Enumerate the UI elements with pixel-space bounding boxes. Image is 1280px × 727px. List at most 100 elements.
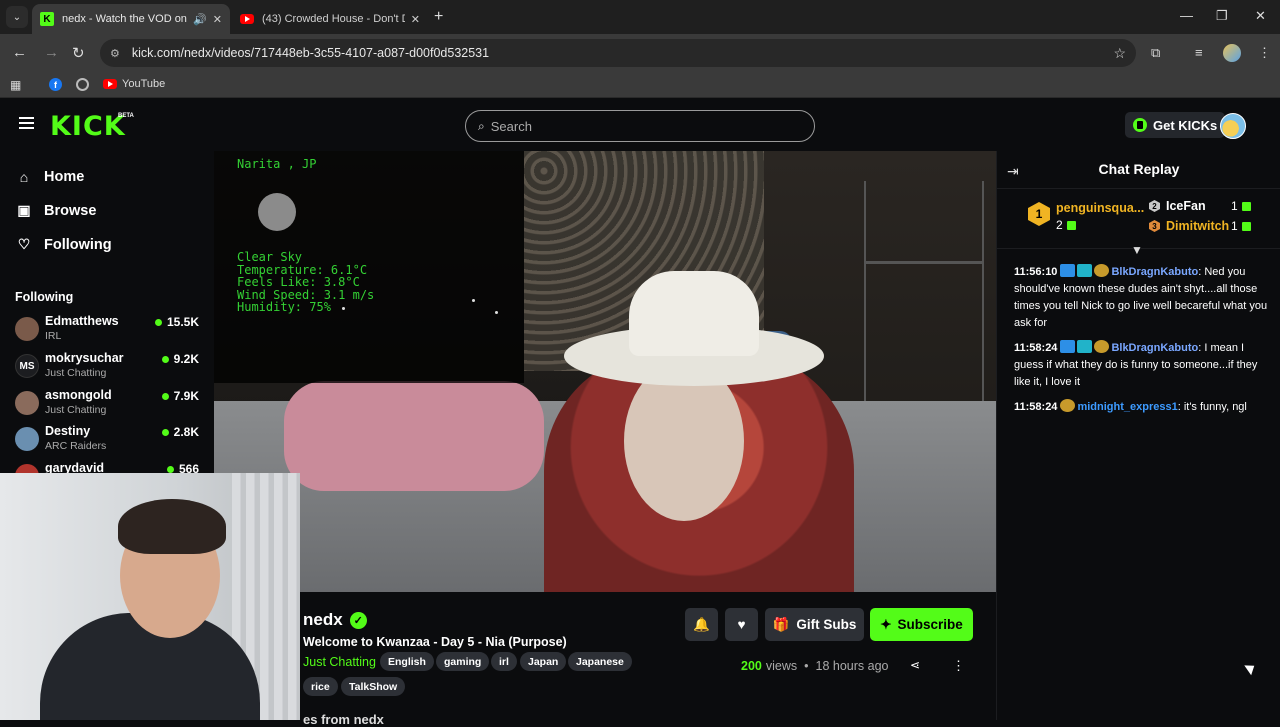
viewer-count: 2.8K: [161, 425, 199, 439]
kick-logo[interactable]: KICK: [50, 111, 126, 142]
followed-channel[interactable]: MS mokrysuchar Just Chatting 9.2K: [15, 351, 205, 385]
followed-channel[interactable]: Destiny ARC Raiders 2.8K: [15, 424, 205, 458]
kick-favicon-icon: K: [40, 12, 54, 26]
tag-chip[interactable]: English: [380, 652, 434, 671]
kick-coin-icon: [1133, 118, 1147, 132]
sidebar-item-following[interactable]: ♡ Following: [16, 236, 112, 253]
separator-dot: •: [804, 659, 809, 673]
minimize-icon[interactable]: —: [1180, 8, 1193, 23]
close-window-icon[interactable]: ✕: [1255, 8, 1266, 24]
chat-username[interactable]: midnight_express1: [1077, 401, 1177, 413]
live-dot-icon: [166, 465, 174, 473]
gift-icon: [1066, 220, 1076, 230]
new-tab-icon[interactable]: +: [434, 8, 443, 26]
forward-icon[interactable]: →: [44, 44, 59, 61]
hamburger-menu-icon[interactable]: [19, 117, 34, 129]
back-icon[interactable]: ←: [12, 44, 27, 61]
expand-leaderboard-icon[interactable]: ▼: [1131, 243, 1143, 257]
sidebar-item-home[interactable]: ⌂ Home: [16, 169, 85, 185]
streamer-name-row[interactable]: nedx ✓: [303, 610, 367, 630]
gift-icon: 🎁: [772, 616, 790, 632]
address-bar[interactable]: ⚙ kick.com/nedx/videos/717448eb-3c55-410…: [100, 39, 1136, 67]
channel-name: Destiny: [45, 424, 91, 438]
chat-message: 11:56:10 BlkDragnKabuto: Ned you should'v…: [1014, 264, 1268, 332]
notification-bell-button[interactable]: 🔔: [685, 608, 718, 641]
tag-chip[interactable]: Japan: [520, 652, 567, 671]
chat-header: ⇥ Chat Replay: [997, 151, 1280, 189]
channel-avatar: MS: [15, 354, 39, 378]
menu-kebab-icon[interactable]: ⋮: [1258, 45, 1271, 61]
verified-icon: ✓: [349, 611, 367, 629]
subscribe-label: Subscribe: [897, 617, 963, 632]
chat-username[interactable]: BlkDragnKabuto: [1111, 342, 1198, 354]
gold-medal-icon: 1: [1028, 202, 1050, 226]
leaderboard-count: 2: [1056, 218, 1076, 232]
leaderboard-name[interactable]: Dimitwitch: [1166, 219, 1229, 233]
search-input[interactable]: ⌕ Search: [465, 110, 815, 142]
profile-avatar[interactable]: [1223, 44, 1241, 62]
more-options-icon[interactable]: ⋮: [952, 658, 965, 674]
get-kicks-label: Get KICKs: [1153, 117, 1218, 133]
sparkle-icon: ✦: [880, 616, 892, 632]
star-icon: [495, 311, 498, 314]
channel-avatar: [15, 427, 39, 451]
cowboy-hat: [629, 271, 759, 356]
tag-chip[interactable]: irl: [491, 652, 517, 671]
category-link[interactable]: Just Chatting: [303, 655, 376, 669]
tab-kick-vod[interactable]: K nedx - Watch the VOD on Kick 🔊 ✕: [32, 4, 230, 34]
bookmark-facebook[interactable]: f: [49, 78, 62, 91]
tab-search-icon[interactable]: ⌄: [6, 6, 28, 28]
subscriber-badge-icon: [1094, 264, 1110, 277]
leaderboard-name[interactable]: penguinsqua...: [1056, 201, 1144, 215]
og-badge-icon: [1077, 340, 1093, 353]
media-controls-icon[interactable]: ≡: [1195, 45, 1203, 60]
extensions-icon[interactable]: ⧉: [1151, 45, 1160, 61]
tag-chip[interactable]: gaming: [436, 652, 490, 671]
youtube-favicon-icon: [240, 14, 254, 24]
stream-info: nedx ✓ Welcome to Kwanzaa - Day 5 - Nia …: [300, 592, 996, 727]
viewer-count-text: 7.9K: [173, 389, 199, 403]
tag-chip[interactable]: rice: [303, 677, 338, 696]
site-info-icon[interactable]: ⚙: [110, 47, 120, 60]
heart-icon: ♥: [737, 617, 746, 632]
live-dot-icon: [161, 392, 169, 400]
leaderboard-name[interactable]: IceFan: [1166, 199, 1206, 213]
weather-humidity: Humidity: 75%: [237, 300, 331, 314]
speaker-icon[interactable]: 🔊: [193, 13, 207, 26]
channel-name: asmongold: [45, 388, 112, 402]
nav-label: Following: [44, 236, 112, 253]
bookmark-label: YouTube: [122, 78, 166, 90]
bookmark-youtube[interactable]: YouTube: [103, 78, 165, 90]
channel-category: Just Chatting: [45, 404, 107, 416]
chat-message: 11:58:24 midnight_express1: it's funny, n…: [1014, 399, 1268, 416]
bookmark-star-icon[interactable]: ☆: [1113, 45, 1126, 62]
bookmark-globe[interactable]: [76, 78, 89, 91]
close-tab-icon[interactable]: ✕: [213, 13, 222, 26]
gift-subs-button[interactable]: 🎁 Gift Subs: [765, 608, 864, 641]
restore-icon[interactable]: ❐: [1216, 8, 1228, 24]
follow-heart-button[interactable]: ♥: [725, 608, 758, 641]
home-icon: ⌂: [19, 169, 29, 185]
followed-channel[interactable]: Edmatthews IRL 15.5K: [15, 314, 205, 348]
chat-title: Chat Replay: [1098, 161, 1180, 177]
silver-medal-icon: 2: [1149, 200, 1160, 212]
video-scene: [284, 381, 544, 491]
tag-chip[interactable]: TalkShow: [341, 677, 406, 696]
tab-youtube[interactable]: (43) Crowded House - Don't Dream ✕: [232, 4, 428, 34]
weather-feels-like: Feels Like: 3.8°C: [237, 275, 360, 289]
reload-icon[interactable]: ↻: [72, 44, 85, 62]
user-avatar[interactable]: [1220, 113, 1246, 139]
chat-username[interactable]: BlkDragnKabuto: [1111, 266, 1198, 278]
tag-chip[interactable]: Japanese: [568, 652, 632, 671]
get-kicks-button[interactable]: Get KICKs: [1125, 112, 1226, 138]
followed-channel[interactable]: asmongold Just Chatting 7.9K: [15, 388, 205, 422]
apps-grid-icon[interactable]: ▦: [10, 78, 21, 92]
star-icon: [472, 299, 475, 302]
sidebar-item-browse[interactable]: ▣ Browse: [16, 202, 96, 219]
close-tab-icon[interactable]: ✕: [411, 13, 420, 26]
url-text: kick.com/nedx/videos/717448eb-3c55-4107-…: [131, 46, 490, 60]
video-player[interactable]: Narita , JP Clear Sky Temperature: 6.1°C…: [214, 151, 996, 592]
share-icon[interactable]: ⋖: [910, 658, 920, 672]
subscribe-button[interactable]: ✦ Subscribe: [870, 608, 973, 641]
browse-icon: ▣: [17, 202, 31, 218]
